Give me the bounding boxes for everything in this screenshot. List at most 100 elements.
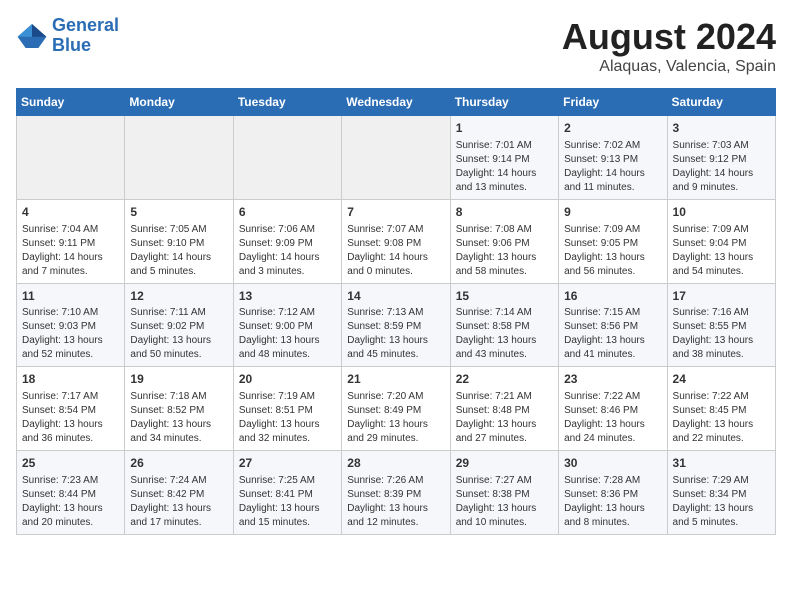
calendar-cell: 19Sunrise: 7:18 AM Sunset: 8:52 PM Dayli…: [125, 367, 233, 451]
calendar-cell: [125, 116, 233, 200]
calendar-cell: 2 Sunrise: 7:02 AM Sunset: 9:13 PM Daylig…: [559, 116, 667, 200]
page-subtitle: Alaquas, Valencia, Spain: [562, 58, 776, 76]
day-info: Sunrise: 7:25 AM Sunset: 8:41 PM Dayligh…: [239, 474, 336, 530]
day-number: 9: [564, 204, 661, 221]
calendar-cell: 18 Sunrise: 7:17 AM Sunset: 8:54 PM Dayli…: [17, 367, 125, 451]
day-number: 7: [347, 204, 444, 221]
calendar-cell: 24 Sunrise: 7:22 AM Sunset: 8:45 PM Dayli…: [667, 367, 775, 451]
day-number: 11: [22, 288, 119, 305]
day-info: Sunrise: 7:27 AM Sunset: 8:38 PM Dayligh…: [456, 474, 553, 530]
day-number: 13: [239, 288, 336, 305]
day-number: 19: [130, 371, 227, 388]
calendar-cell: [233, 116, 341, 200]
weekday-header: Wednesday: [342, 89, 450, 116]
day-info: Sunrise: 7:22 AM Sunset: 8:45 PM Dayligh…: [673, 390, 770, 446]
day-number: 14: [347, 288, 444, 305]
day-number: 2: [564, 120, 661, 137]
weekday-header: Saturday: [667, 89, 775, 116]
day-info: Sunrise: 7:20 AM Sunset: 8:49 PM Dayligh…: [347, 390, 444, 446]
day-info: Sunrise: 7:19 AM Sunset: 8:51 PM Dayligh…: [239, 390, 336, 446]
day-number: 16: [564, 288, 661, 305]
calendar-cell: 3 Sunrise: 7:03 AM Sunset: 9:12 PM Daylig…: [667, 116, 775, 200]
title-block: August 2024 Alaquas, Valencia, Spain: [562, 16, 776, 76]
day-info: Sunrise: 7:23 AM Sunset: 8:44 PM Dayligh…: [22, 474, 119, 530]
logo-text: General Blue: [52, 16, 119, 56]
day-info: Sunrise: 7:09 AM Sunset: 9:04 PM Dayligh…: [673, 223, 770, 279]
day-info: Sunrise: 7:09 AM Sunset: 9:05 PM Dayligh…: [564, 223, 661, 279]
calendar-cell: 26 Sunrise: 7:24 AM Sunset: 8:42 PM Dayli…: [125, 451, 233, 535]
day-info: Sunrise: 7:06 AM Sunset: 9:09 PM Dayligh…: [239, 223, 336, 279]
logo: General Blue: [16, 16, 119, 56]
calendar-cell: 22Sunrise: 7:21 AM Sunset: 8:48 PM Dayli…: [450, 367, 558, 451]
day-info: Sunrise: 7:01 AM Sunset: 9:14 PM Dayligh…: [456, 139, 553, 195]
day-number: 5: [130, 204, 227, 221]
day-number: 27: [239, 455, 336, 472]
calendar-cell: 1 Sunrise: 7:01 AM Sunset: 9:14 PM Daylig…: [450, 116, 558, 200]
calendar-cell: 29 Sunrise: 7:27 AM Sunset: 8:38 PM Dayli…: [450, 451, 558, 535]
day-info: Sunrise: 7:28 AM Sunset: 8:36 PM Dayligh…: [564, 474, 661, 530]
calendar-cell: 20 Sunrise: 7:19 AM Sunset: 8:51 PM Dayli…: [233, 367, 341, 451]
day-number: 30: [564, 455, 661, 472]
day-number: 10: [673, 204, 770, 221]
day-number: 18: [22, 371, 119, 388]
day-info: Sunrise: 7:12 AM Sunset: 9:00 PM Dayligh…: [239, 306, 336, 362]
calendar-cell: 7 Sunrise: 7:07 AM Sunset: 9:08 PM Daylig…: [342, 199, 450, 283]
day-info: Sunrise: 7:10 AM Sunset: 9:03 PM Dayligh…: [22, 306, 119, 362]
calendar-cell: 11Sunrise: 7:10 AM Sunset: 9:03 PM Dayli…: [17, 283, 125, 367]
day-number: 25: [22, 455, 119, 472]
day-info: Sunrise: 7:04 AM Sunset: 9:11 PM Dayligh…: [22, 223, 119, 279]
day-number: 12: [130, 288, 227, 305]
page-title: August 2024: [562, 16, 776, 58]
day-number: 20: [239, 371, 336, 388]
day-number: 6: [239, 204, 336, 221]
calendar-cell: 28Sunrise: 7:26 AM Sunset: 8:39 PM Dayli…: [342, 451, 450, 535]
calendar-week-row: 18 Sunrise: 7:17 AM Sunset: 8:54 PM Dayli…: [17, 367, 776, 451]
day-info: Sunrise: 7:07 AM Sunset: 9:08 PM Dayligh…: [347, 223, 444, 279]
calendar-cell: 6 Sunrise: 7:06 AM Sunset: 9:09 PM Daylig…: [233, 199, 341, 283]
day-info: Sunrise: 7:13 AM Sunset: 8:59 PM Dayligh…: [347, 306, 444, 362]
day-number: 31: [673, 455, 770, 472]
day-info: Sunrise: 7:16 AM Sunset: 8:55 PM Dayligh…: [673, 306, 770, 362]
calendar-table: SundayMondayTuesdayWednesdayThursdayFrid…: [16, 88, 776, 535]
calendar-week-row: 1 Sunrise: 7:01 AM Sunset: 9:14 PM Daylig…: [17, 116, 776, 200]
day-number: 28: [347, 455, 444, 472]
day-info: Sunrise: 7:08 AM Sunset: 9:06 PM Dayligh…: [456, 223, 553, 279]
calendar-cell: 8 Sunrise: 7:08 AM Sunset: 9:06 PM Daylig…: [450, 199, 558, 283]
day-number: 4: [22, 204, 119, 221]
day-info: Sunrise: 7:21 AM Sunset: 8:48 PM Dayligh…: [456, 390, 553, 446]
day-number: 21: [347, 371, 444, 388]
day-info: Sunrise: 7:22 AM Sunset: 8:46 PM Dayligh…: [564, 390, 661, 446]
day-info: Sunrise: 7:03 AM Sunset: 9:12 PM Dayligh…: [673, 139, 770, 195]
day-info: Sunrise: 7:24 AM Sunset: 8:42 PM Dayligh…: [130, 474, 227, 530]
calendar-week-row: 4 Sunrise: 7:04 AM Sunset: 9:11 PM Daylig…: [17, 199, 776, 283]
calendar-week-row: 25 Sunrise: 7:23 AM Sunset: 8:44 PM Dayli…: [17, 451, 776, 535]
weekday-header: Tuesday: [233, 89, 341, 116]
logo-icon: [16, 22, 48, 50]
day-number: 24: [673, 371, 770, 388]
day-info: Sunrise: 7:17 AM Sunset: 8:54 PM Dayligh…: [22, 390, 119, 446]
day-number: 26: [130, 455, 227, 472]
day-number: 29: [456, 455, 553, 472]
weekday-header: Thursday: [450, 89, 558, 116]
weekday-header: Sunday: [17, 89, 125, 116]
day-info: Sunrise: 7:29 AM Sunset: 8:34 PM Dayligh…: [673, 474, 770, 530]
day-info: Sunrise: 7:05 AM Sunset: 9:10 PM Dayligh…: [130, 223, 227, 279]
calendar-cell: [342, 116, 450, 200]
calendar-cell: 16Sunrise: 7:15 AM Sunset: 8:56 PM Dayli…: [559, 283, 667, 367]
day-info: Sunrise: 7:11 AM Sunset: 9:02 PM Dayligh…: [130, 306, 227, 362]
calendar-cell: 23Sunrise: 7:22 AM Sunset: 8:46 PM Dayli…: [559, 367, 667, 451]
calendar-cell: 10 Sunrise: 7:09 AM Sunset: 9:04 PM Dayli…: [667, 199, 775, 283]
day-info: Sunrise: 7:02 AM Sunset: 9:13 PM Dayligh…: [564, 139, 661, 195]
day-number: 15: [456, 288, 553, 305]
calendar-cell: 21 Sunrise: 7:20 AM Sunset: 8:49 PM Dayli…: [342, 367, 450, 451]
day-number: 8: [456, 204, 553, 221]
calendar-cell: 25 Sunrise: 7:23 AM Sunset: 8:44 PM Dayli…: [17, 451, 125, 535]
day-number: 3: [673, 120, 770, 137]
calendar-cell: 13Sunrise: 7:12 AM Sunset: 9:00 PM Dayli…: [233, 283, 341, 367]
calendar-cell: 15Sunrise: 7:14 AM Sunset: 8:58 PM Dayli…: [450, 283, 558, 367]
day-info: Sunrise: 7:15 AM Sunset: 8:56 PM Dayligh…: [564, 306, 661, 362]
calendar-cell: 9 Sunrise: 7:09 AM Sunset: 9:05 PM Daylig…: [559, 199, 667, 283]
calendar-cell: 14Sunrise: 7:13 AM Sunset: 8:59 PM Dayli…: [342, 283, 450, 367]
weekday-header-row: SundayMondayTuesdayWednesdayThursdayFrid…: [17, 89, 776, 116]
day-number: 1: [456, 120, 553, 137]
